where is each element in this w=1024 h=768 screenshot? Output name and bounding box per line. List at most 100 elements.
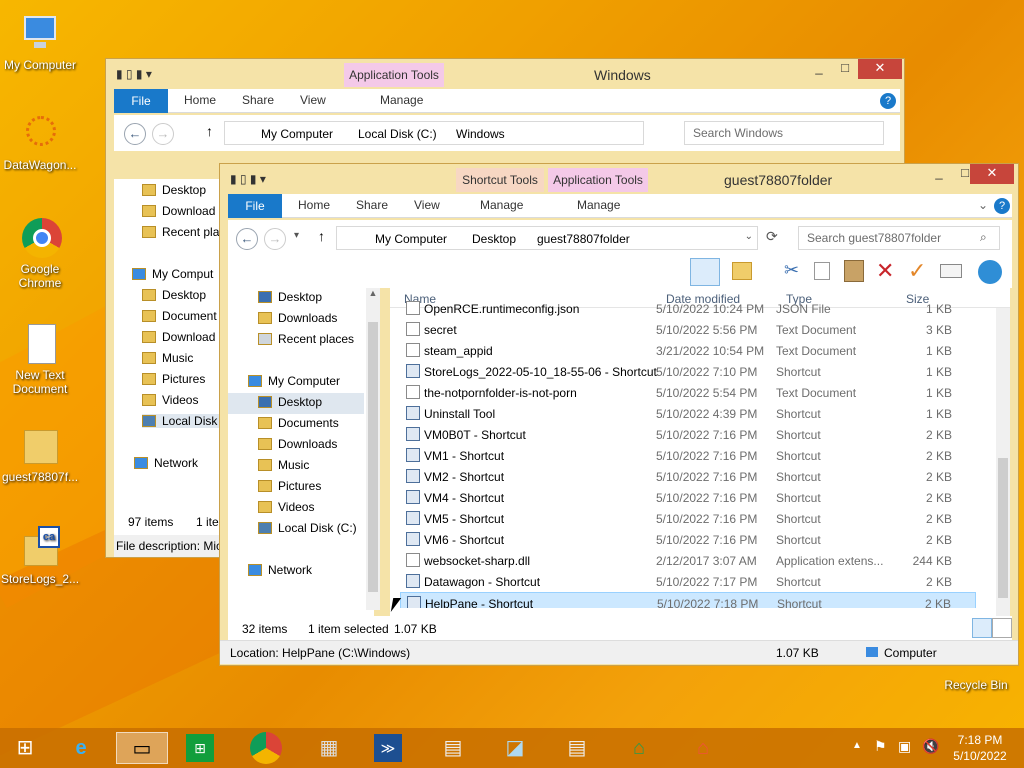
address-dropdown-icon[interactable]: ⌄	[745, 231, 753, 242]
file-row[interactable]: VM4 - Shortcut 5/10/2022 7:16 PM Shortcut 2…	[400, 487, 976, 508]
search-icon[interactable]: ⌕	[980, 230, 987, 245]
nav-item-network[interactable]: Network	[248, 563, 312, 577]
preview-pane-icon[interactable]	[690, 258, 720, 286]
tab-home[interactable]: Home	[184, 93, 216, 107]
clock[interactable]: 7:18 PM 5/10/2022	[950, 732, 1010, 764]
nav-item-desktop[interactable]: Desktop	[258, 290, 322, 304]
context-tab-application-tools[interactable]: Application Tools	[548, 168, 648, 192]
breadcrumb-my-computer[interactable]: My Computer	[375, 232, 447, 246]
show-hidden-icons[interactable]: ▲	[852, 740, 862, 751]
nav-item[interactable]: Music	[142, 351, 193, 365]
nav-item-desktop-selected[interactable]: Desktop	[228, 393, 364, 414]
nav-item-music[interactable]: Music	[258, 458, 309, 472]
files-scrollbar[interactable]	[996, 308, 1010, 618]
desktop-icon-datawagon[interactable]: DataWagon...	[0, 112, 80, 172]
breadcrumb-my-computer[interactable]: My Computer	[261, 127, 333, 141]
desktop-icon-my-computer[interactable]: My Computer	[0, 12, 80, 72]
breadcrumb-desktop[interactable]: Desktop	[472, 232, 516, 246]
volume-muted-icon[interactable]: 🔇	[922, 738, 939, 755]
tab-share[interactable]: Share	[356, 198, 388, 212]
nav-item[interactable]: Videos	[142, 393, 198, 407]
tab-file[interactable]: File	[114, 89, 168, 113]
globe-icon[interactable]	[978, 260, 1002, 284]
file-row[interactable]: websocket-sharp.dll 2/12/2017 3:07 AM Appl…	[400, 550, 976, 571]
system-tool-icon[interactable]: ▦	[312, 732, 346, 764]
file-row[interactable]: VM0B0T - Shortcut 5/10/2022 7:16 PM Shortc…	[400, 424, 976, 445]
minimize-button[interactable]: _	[806, 59, 832, 79]
store-icon[interactable]: ⊞	[186, 734, 214, 762]
chrome-taskbar-icon[interactable]	[250, 732, 282, 764]
tab-manage-application[interactable]: Manage	[577, 198, 620, 212]
chevron-down-icon[interactable]: ⌄	[978, 198, 988, 212]
app-orange-icon[interactable]: ⌂	[686, 732, 720, 764]
up-icon[interactable]: ↑	[318, 228, 325, 244]
start-button[interactable]: ⊞	[8, 732, 42, 764]
file-row[interactable]: VM2 - Shortcut 5/10/2022 7:16 PM Shortcut 2…	[400, 466, 976, 487]
file-row[interactable]: VM6 - Shortcut 5/10/2022 7:16 PM Shortcut 2…	[400, 529, 976, 550]
close-button[interactable]: ✕	[970, 164, 1014, 184]
nav-item[interactable]: Download	[142, 204, 215, 218]
nav-item[interactable]: Desktop	[142, 183, 206, 197]
up-icon[interactable]: ↑	[206, 123, 213, 139]
scroll-thumb[interactable]	[368, 322, 378, 592]
network-icon[interactable]: ▣	[898, 738, 911, 755]
file-row[interactable]: OpenRCE.runtimeconfig.json 5/10/2022 10:2…	[400, 298, 976, 319]
address-box[interactable]: My Computer Local Disk (C:) Windows	[224, 121, 644, 145]
desktop-icon-chrome[interactable]: Google Chrome	[0, 216, 80, 290]
cut-icon[interactable]: ✂	[784, 260, 799, 281]
tab-view[interactable]: View	[414, 198, 440, 212]
recent-locations-chevron-icon[interactable]: ▾	[294, 230, 299, 241]
tab-file[interactable]: File	[228, 194, 282, 218]
breadcrumb-local-disk[interactable]: Local Disk (C:)	[358, 127, 437, 141]
file-row[interactable]: StoreLogs_2022-05-10_18-55-06 - Shortcut…	[400, 361, 976, 382]
nav-item-my-computer[interactable]: My Computer	[248, 374, 340, 388]
back-button[interactable]: ←	[124, 123, 146, 145]
desktop-icon-guest-folder[interactable]: guest78807f...	[0, 424, 80, 484]
front-explorer-window[interactable]: ▮ ▯ ▮ ▾ Shortcut Tools Application Tools…	[219, 163, 1019, 666]
file-row[interactable]: Uninstall Tool 5/10/2022 4:39 PM Shortcut 1…	[400, 403, 976, 424]
nav-item-downloads[interactable]: Downloads	[258, 437, 337, 451]
app-window-icon[interactable]: ▤	[436, 732, 470, 764]
app-green-icon[interactable]: ⌂	[622, 732, 656, 764]
context-tab-application-tools[interactable]: Application Tools	[344, 63, 444, 87]
forward-button[interactable]: →	[264, 228, 286, 250]
title-bar[interactable]: ▮ ▯ ▮ ▾ Application Tools Windows _ □ ✕	[106, 59, 904, 89]
file-row[interactable]: VM1 - Shortcut 5/10/2022 7:16 PM Shortcut 2…	[400, 445, 976, 466]
file-explorer-icon[interactable]: ▭	[116, 732, 168, 764]
large-icons-view-icon[interactable]	[992, 618, 1012, 638]
file-row[interactable]: HelpPane - Shortcut 5/10/2022 7:18 PM Shor…	[400, 592, 976, 608]
nav-item[interactable]: Recent pla	[142, 225, 219, 239]
nav-item[interactable]: Desktop	[142, 288, 206, 302]
desktop-icon-storelogs[interactable]: ca StoreLogs_2...	[0, 526, 80, 586]
notepad-icon[interactable]: ◪	[498, 732, 532, 764]
help-icon[interactable]: ?	[880, 93, 896, 109]
rename-icon[interactable]: ✓	[908, 258, 926, 284]
scroll-up-icon[interactable]: ▲	[366, 288, 380, 302]
paste-icon[interactable]	[844, 260, 864, 282]
minimize-button[interactable]: _	[926, 164, 952, 184]
file-row[interactable]: steam_appid 3/21/2022 10:54 PM Text Docume…	[400, 340, 976, 361]
nav-item-pictures[interactable]: Pictures	[258, 479, 321, 493]
back-button[interactable]: ←	[236, 228, 258, 250]
help-icon[interactable]: ?	[994, 198, 1010, 214]
maximize-button[interactable]: □	[832, 59, 858, 79]
file-row[interactable]: Datawagon - Shortcut 5/10/2022 7:17 PM Sho…	[400, 571, 976, 592]
nav-item-videos[interactable]: Videos	[258, 500, 314, 514]
powershell-icon[interactable]: ≫	[374, 734, 402, 762]
breadcrumb-windows[interactable]: Windows	[456, 127, 505, 141]
action-center-flag-icon[interactable]: ⚑	[874, 738, 887, 755]
tab-home[interactable]: Home	[298, 198, 330, 212]
nav-item[interactable]: Network	[134, 456, 198, 470]
tab-view[interactable]: View	[300, 93, 326, 107]
breadcrumb-guest-folder[interactable]: guest78807folder	[537, 232, 630, 246]
tab-manage[interactable]: Manage	[380, 93, 423, 107]
new-folder-icon[interactable]	[732, 262, 752, 280]
desktop-icon-new-text-document[interactable]: New Text Document	[0, 322, 80, 396]
tab-manage-shortcut[interactable]: Manage	[480, 198, 523, 212]
title-bar[interactable]: ▮ ▯ ▮ ▾ Shortcut Tools Application Tools…	[220, 164, 1018, 194]
nav-item-recent-places[interactable]: Recent places	[258, 332, 354, 346]
details-view-icon[interactable]	[972, 618, 992, 638]
nav-item[interactable]: Download	[142, 330, 215, 344]
context-tab-shortcut-tools[interactable]: Shortcut Tools	[456, 168, 544, 192]
forward-button[interactable]: →	[152, 123, 174, 145]
